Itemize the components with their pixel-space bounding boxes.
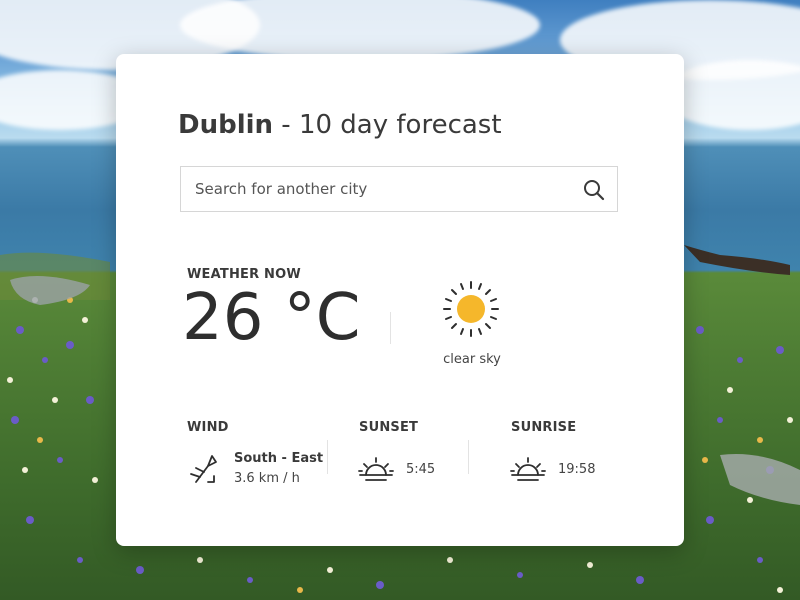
wind-direction: South - East [234, 451, 324, 466]
divider [468, 440, 469, 474]
sunrise-label: SUNRISE [511, 420, 577, 435]
sunset-label: SUNSET [359, 420, 419, 435]
title-suffix: - 10 day forecast [273, 110, 502, 140]
weather-now-label: WEATHER NOW [187, 267, 301, 282]
city-name: Dublin [178, 110, 274, 140]
sunset-time: 5:45 [406, 462, 436, 477]
wind-speed: 3.6 km / h [234, 471, 300, 486]
divider [390, 312, 391, 344]
wind-direction-icon [190, 455, 217, 483]
divider [327, 440, 328, 474]
sun-icon [443, 281, 499, 337]
search-box [180, 166, 618, 212]
coastal-rocks [684, 245, 790, 275]
rock [720, 454, 800, 505]
search-input[interactable] [181, 167, 575, 211]
sunrise-time: 19:58 [558, 462, 596, 477]
page-title: Dublin - 10 day forecast [178, 110, 502, 140]
search-icon[interactable] [583, 179, 605, 201]
temperature-value: 26 °C [182, 281, 361, 355]
wind-label: WIND [187, 420, 229, 435]
sunset-icon [358, 457, 394, 481]
sunrise-icon [510, 457, 546, 481]
weather-condition: clear sky [443, 352, 501, 367]
weather-card: Dublin - 10 day forecast WEATHER NOW 26 … [116, 54, 684, 546]
